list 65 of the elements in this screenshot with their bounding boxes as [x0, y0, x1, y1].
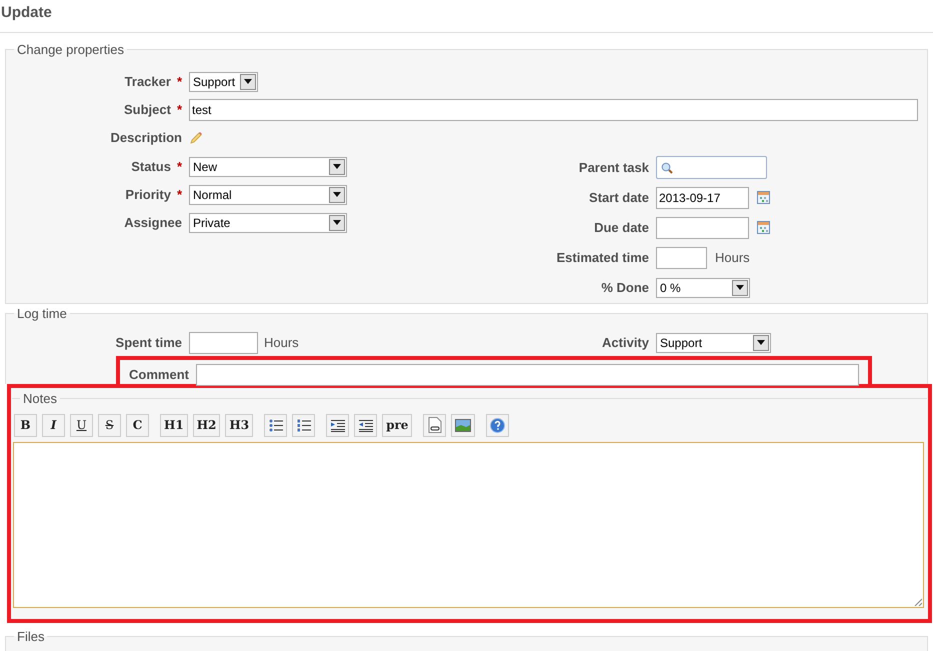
format-button[interactable]: B: [14, 414, 37, 436]
required-mark: *: [176, 72, 182, 91]
required-mark: *: [176, 186, 182, 204]
calendar-icon[interactable]: [757, 221, 770, 234]
field-label: Spent time: [116, 334, 182, 352]
page-title: Update: [1, 3, 52, 23]
format-button[interactable]: H2: [192, 414, 220, 436]
search-field[interactable]: [656, 156, 767, 179]
dropdown[interactable]: Private: [189, 212, 347, 232]
help-button[interactable]: [486, 414, 510, 436]
field-label: Subject: [124, 100, 171, 119]
link-button[interactable]: [423, 414, 446, 436]
indent-button[interactable]: [326, 414, 350, 436]
field-label: Comment: [129, 366, 189, 384]
field-label: Priority: [125, 186, 171, 204]
required-mark: *: [176, 100, 182, 119]
field-label: Due date: [594, 218, 649, 237]
format-button[interactable]: H3: [225, 414, 254, 436]
field-label: Description: [110, 128, 182, 147]
field-label: Estimated time: [556, 248, 649, 267]
search-icon: [661, 162, 673, 174]
hours-field[interactable]: [656, 246, 707, 268]
indent-icon: [330, 418, 345, 432]
format-button[interactable]: pre: [382, 414, 412, 436]
field-label: Tracker: [124, 72, 171, 91]
dropdown[interactable]: New: [189, 156, 347, 176]
bulleted-list-button[interactable]: [264, 414, 288, 436]
date-field[interactable]: [656, 216, 749, 238]
format-button[interactable]: S: [98, 414, 121, 436]
date-field[interactable]: 2013-09-17: [656, 186, 749, 208]
required-mark: *: [176, 158, 182, 176]
unit-label: Hours: [715, 248, 750, 267]
text-field[interactable]: test: [189, 98, 918, 120]
dropdown[interactable]: Support: [656, 332, 771, 352]
linked-page-icon: [428, 417, 442, 433]
field-label: Activity: [602, 334, 649, 352]
help-icon: [490, 418, 506, 432]
bulleted-list-icon: [268, 418, 283, 432]
format-button[interactable]: U: [70, 414, 93, 436]
hours-field[interactable]: [189, 332, 258, 354]
field-label: % Done: [601, 278, 649, 297]
numbered-list-icon: [296, 418, 311, 432]
dropdown[interactable]: Support: [189, 72, 258, 92]
calendar-icon[interactable]: [757, 191, 770, 204]
field-label: Assignee: [124, 214, 182, 232]
outdent-icon: [358, 418, 373, 432]
field-label: Parent task: [578, 158, 649, 177]
format-button[interactable]: H1: [160, 414, 188, 436]
dropdown[interactable]: Normal: [189, 184, 347, 204]
numbered-list-button[interactable]: [292, 414, 316, 436]
field-label: Status: [131, 158, 171, 176]
field-label: Start date: [589, 188, 649, 207]
outdent-button[interactable]: [354, 414, 378, 436]
format-button[interactable]: I: [42, 414, 65, 436]
section-legend: Notes: [20, 389, 60, 408]
section-legend: Log time: [14, 304, 70, 324]
unit-label: Hours: [264, 334, 299, 352]
section-legend: Files: [14, 627, 48, 646]
comment-field[interactable]: [196, 364, 859, 386]
dropdown[interactable]: 0 %: [656, 278, 750, 298]
resize-grip-icon[interactable]: [914, 598, 922, 606]
format-button[interactable]: C: [126, 414, 149, 436]
section-legend: Change properties: [14, 40, 127, 60]
image-button[interactable]: [451, 414, 476, 436]
image-icon: [455, 418, 472, 432]
